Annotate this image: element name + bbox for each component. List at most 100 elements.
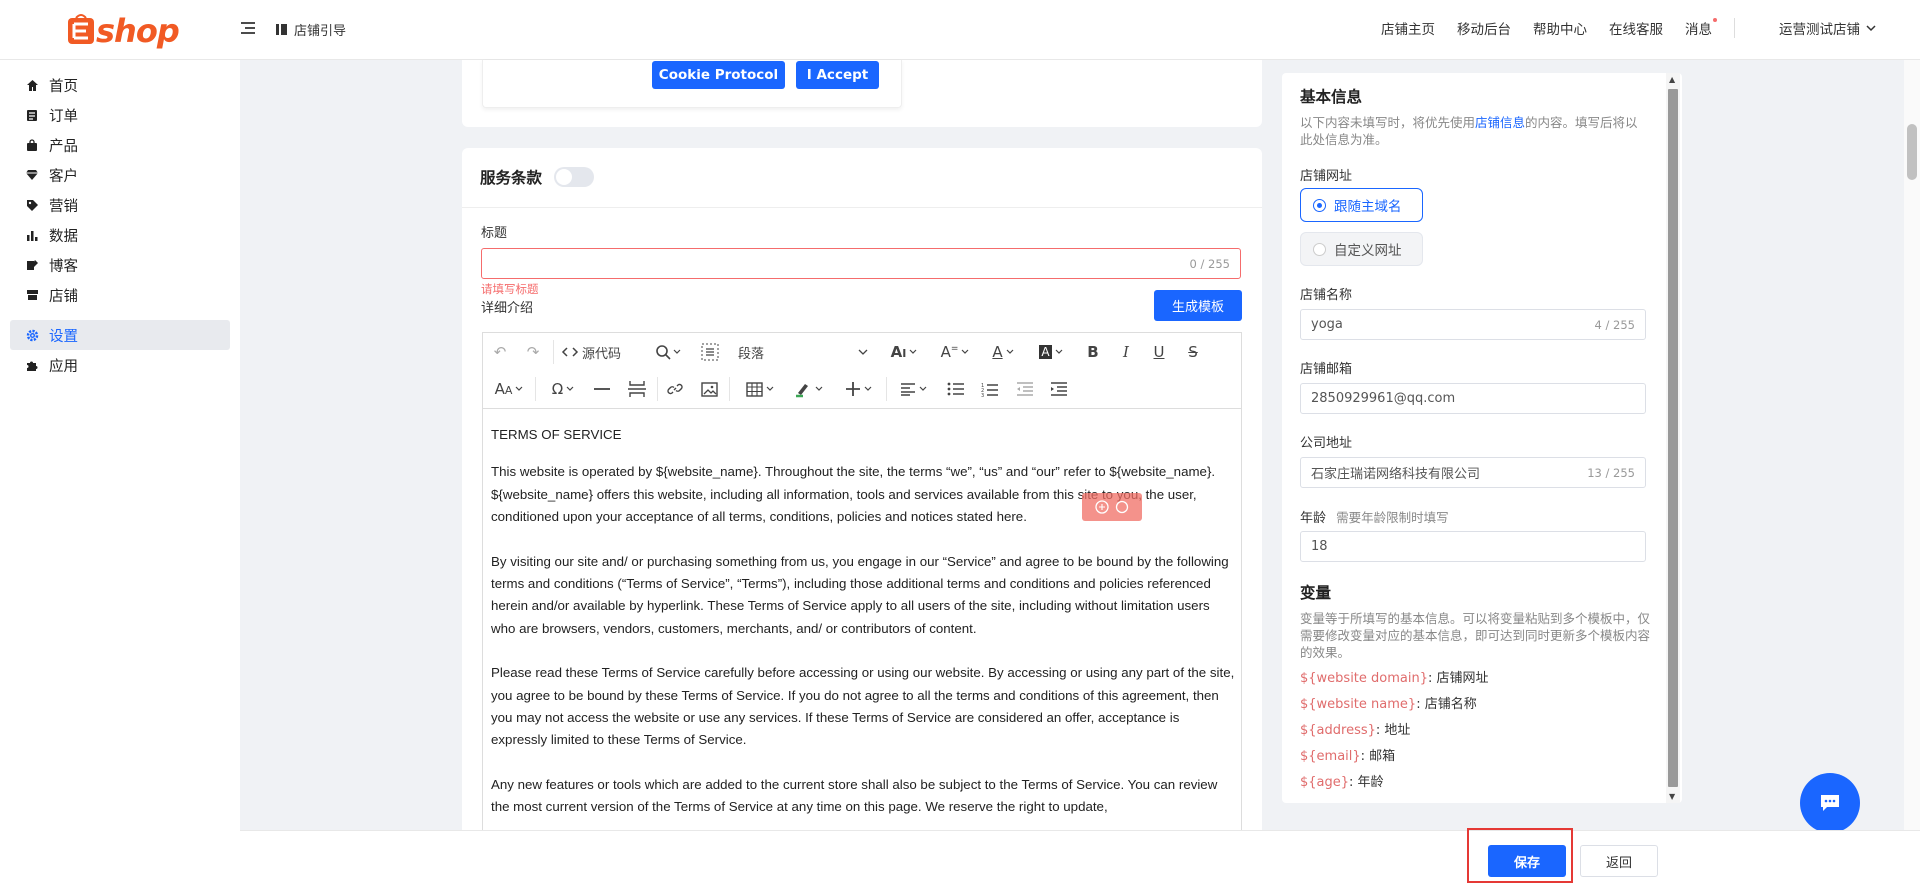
nav-store-home[interactable]: 店铺主页	[1381, 18, 1435, 38]
age-hint: 需要年龄限制时填写	[1336, 510, 1449, 525]
company-address-label: 公司地址	[1300, 436, 1353, 451]
url-option-label: 跟随主域名	[1334, 199, 1402, 215]
variable-row: ${age}: 年龄	[1300, 771, 1384, 790]
scroll-up-icon[interactable]: ▲	[1669, 75, 1675, 84]
page-scrollbar-thumb[interactable]	[1907, 124, 1917, 180]
link-icon[interactable]	[664, 377, 686, 401]
numbered-list-icon[interactable]: 123	[978, 377, 1000, 401]
italic-icon[interactable]: I	[1115, 340, 1137, 364]
store-email-input[interactable]: 2850929961@qq.com	[1300, 383, 1646, 414]
sidebar-item-customers[interactable]: 客户	[10, 160, 230, 190]
sidebar-item-label: 设置	[49, 328, 78, 345]
bullet-list-icon[interactable]	[944, 377, 966, 401]
sidebar: 首页 订单 产品 客户 营销 数据 博客 店铺 设置 应用	[0, 60, 240, 892]
font-family-button[interactable]: AA	[489, 377, 529, 401]
save-button[interactable]: 保存	[1488, 845, 1566, 877]
sidebar-item-marketing[interactable]: 营销	[10, 190, 230, 220]
translate-icon	[1095, 500, 1109, 514]
editor-content[interactable]: TERMS OF SERVICE This website is operate…	[491, 424, 1236, 832]
chevron-down-icon	[961, 349, 969, 354]
floating-translate-widget[interactable]	[1082, 493, 1142, 521]
insert-button[interactable]	[838, 377, 878, 401]
sidebar-item-label: 店铺	[49, 288, 78, 305]
sidebar-item-store[interactable]: 店铺	[10, 280, 230, 310]
age-label-row: 年龄 需要年龄限制时填写	[1300, 507, 1449, 526]
special-char-button[interactable]: Ω	[543, 377, 583, 401]
select-all-icon[interactable]	[698, 340, 722, 364]
indent-icon[interactable]	[1047, 377, 1069, 401]
puzzle-icon	[25, 358, 39, 372]
page-break-icon[interactable]	[625, 377, 649, 401]
marker-icon	[795, 384, 808, 398]
title-input[interactable]: 0 / 255	[481, 248, 1241, 279]
terms-enable-toggle[interactable]	[554, 167, 594, 187]
redo-icon[interactable]: ↷	[522, 340, 544, 364]
page-scrollbar[interactable]	[1904, 60, 1920, 830]
sidebar-item-home[interactable]: 首页	[10, 70, 230, 100]
store-name-input[interactable]: yoga 4 / 255	[1300, 309, 1646, 340]
horizontal-rule-icon[interactable]	[591, 377, 613, 401]
chevron-down-icon	[566, 386, 574, 391]
sidebar-item-label: 博客	[49, 258, 78, 275]
find-replace-button[interactable]	[648, 340, 688, 364]
store-switcher[interactable]: 运营测试店铺	[1757, 18, 1876, 38]
refresh-icon	[1115, 500, 1129, 514]
highlight-button[interactable]	[788, 377, 828, 401]
store-name-counter: 4 / 255	[1594, 317, 1635, 332]
chevron-down-icon	[864, 386, 871, 391]
scroll-down-icon[interactable]: ▼	[1669, 792, 1675, 801]
line-height-button[interactable]: A=	[936, 340, 974, 364]
outdent-icon[interactable]	[1013, 377, 1035, 401]
url-option-label: 自定义网址	[1334, 243, 1402, 259]
undo-icon[interactable]: ↶	[489, 340, 511, 364]
strikethrough-icon[interactable]: S	[1182, 340, 1204, 364]
paragraph-format-select[interactable]: 段落	[738, 340, 868, 364]
sidebar-item-data[interactable]: 数据	[10, 220, 230, 250]
background-color-button[interactable]: A	[1032, 340, 1070, 364]
cookie-protocol-button[interactable]: Cookie Protocol	[652, 61, 785, 89]
panel-scrollbar[interactable]: ▲ ▼	[1666, 73, 1680, 803]
store-info-link[interactable]: 店铺信息	[1475, 115, 1525, 130]
logo[interactable]: shop	[66, 10, 180, 50]
store-guide-link[interactable]: 店铺引导	[275, 20, 346, 39]
panel-scrollbar-thumb[interactable]	[1668, 89, 1678, 787]
variable-value: : 邮箱	[1360, 749, 1396, 764]
tag-icon	[25, 198, 39, 212]
omega-icon: Ω	[551, 380, 564, 398]
url-option-custom[interactable]: 自定义网址	[1300, 232, 1423, 266]
terms-paragraph: Any new features or tools which are adde…	[491, 776, 1218, 815]
generate-template-button[interactable]: 生成模板	[1154, 290, 1242, 321]
sidebar-item-label: 营销	[49, 198, 78, 215]
sidebar-item-apps[interactable]: 应用	[10, 350, 230, 380]
font-color-button[interactable]: A	[985, 340, 1021, 364]
menu-toggle-icon[interactable]	[240, 20, 256, 36]
nav-help-center[interactable]: 帮助中心	[1533, 18, 1587, 38]
order-icon	[25, 108, 39, 122]
bold-icon[interactable]: B	[1082, 340, 1104, 364]
font-size-button[interactable]: AI	[884, 340, 924, 364]
variable-key: ${email}	[1300, 749, 1361, 764]
divider	[462, 207, 1262, 208]
sidebar-item-blog[interactable]: 博客	[10, 250, 230, 280]
svg-text:3: 3	[981, 393, 984, 397]
sidebar-item-label: 产品	[49, 138, 78, 155]
accept-button[interactable]: I Accept	[796, 61, 879, 89]
nav-online-support[interactable]: 在线客服	[1609, 18, 1663, 38]
align-button[interactable]	[893, 377, 933, 401]
image-icon[interactable]	[698, 377, 720, 401]
back-button[interactable]: 返回	[1580, 845, 1658, 877]
company-address-input[interactable]: 石家庄瑞诺网络科技有限公司 13 / 255	[1300, 457, 1646, 488]
url-option-follow-domain[interactable]: 跟随主域名	[1300, 188, 1423, 222]
nav-mobile-admin[interactable]: 移动后台	[1457, 18, 1511, 38]
chat-support-button[interactable]	[1800, 773, 1860, 833]
store-email-value: 2850929961@qq.com	[1311, 391, 1456, 406]
underline-icon[interactable]: U	[1148, 340, 1170, 364]
sidebar-item-products[interactable]: 产品	[10, 130, 230, 160]
source-code-button[interactable]: 源代码	[561, 340, 629, 364]
sidebar-item-settings[interactable]: 设置	[10, 320, 230, 350]
nav-messages[interactable]: 消息	[1685, 18, 1717, 38]
age-input[interactable]: 18	[1300, 531, 1646, 562]
chart-icon	[25, 228, 39, 242]
table-button[interactable]	[740, 377, 780, 401]
sidebar-item-orders[interactable]: 订单	[10, 100, 230, 130]
